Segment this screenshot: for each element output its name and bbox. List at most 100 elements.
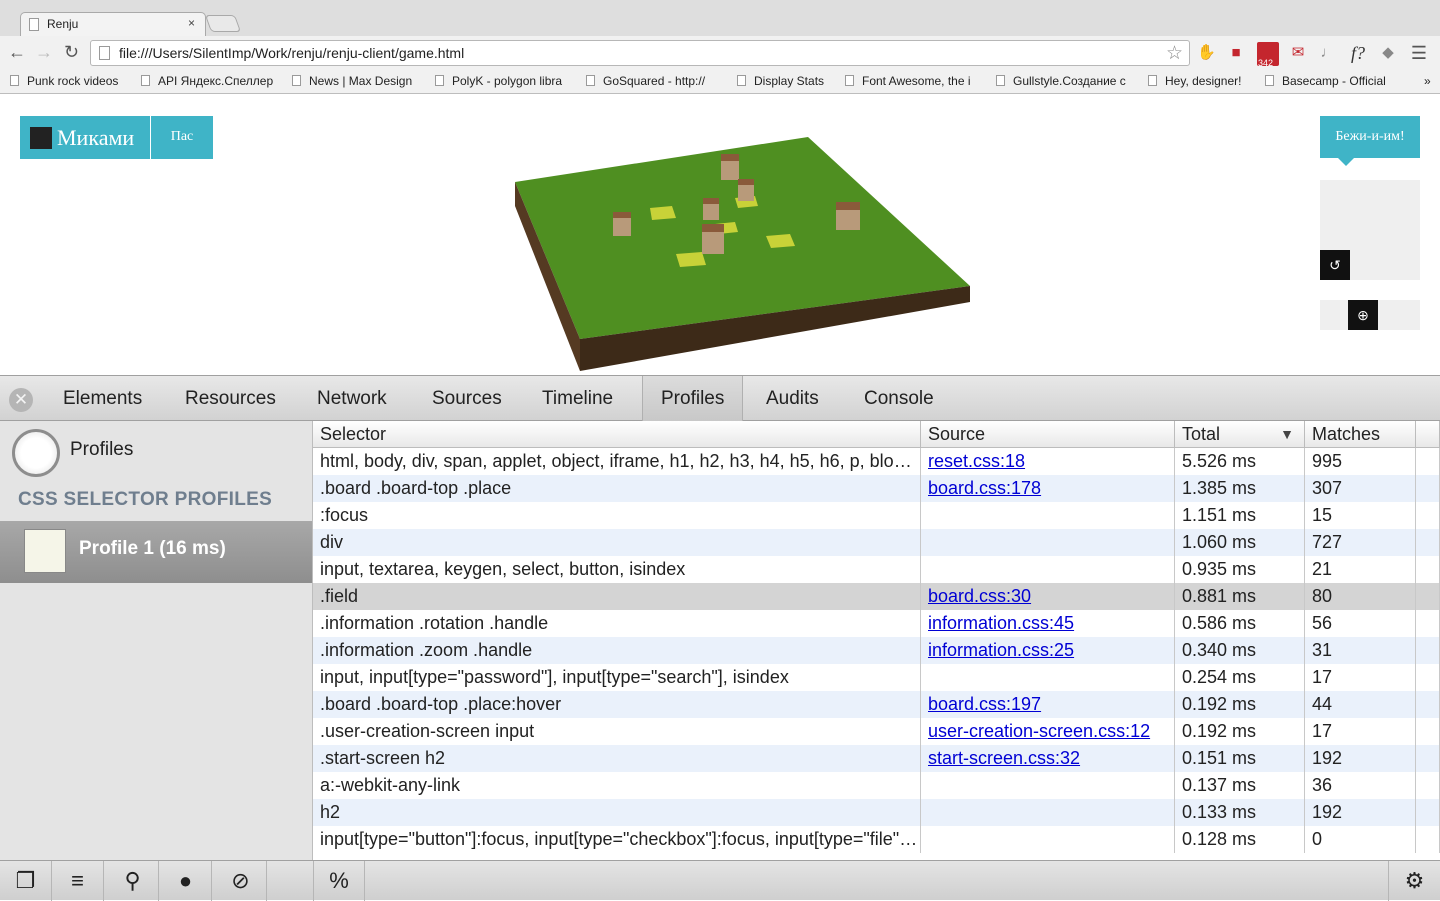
table-row[interactable]: .board .board-top .place:hover board.css:…: [313, 691, 1440, 718]
source-link[interactable]: board.css:178: [928, 478, 1041, 498]
filler-cell: [1416, 448, 1440, 475]
bookmark-item[interactable]: PolyK - polygon libra: [435, 74, 562, 88]
game-board[interactable]: [490, 134, 980, 375]
table-row[interactable]: input, input[type="password"], input[typ…: [313, 664, 1440, 691]
source-cell[interactable]: board.css:30: [921, 583, 1175, 610]
selector-cell: input[type="button"]:focus, input[type="…: [313, 826, 921, 853]
rotation-handle-icon[interactable]: ↺: [1320, 250, 1350, 280]
source-cell[interactable]: board.css:197: [921, 691, 1175, 718]
tab-console[interactable]: Console: [846, 376, 952, 421]
column-header-total[interactable]: Total ▼: [1175, 421, 1305, 448]
tab-audits[interactable]: Audits: [748, 376, 837, 421]
table-row[interactable]: html, body, div, span, applet, object, i…: [313, 448, 1440, 475]
bookmark-item[interactable]: Hey, designer!: [1148, 74, 1241, 88]
game-piece[interactable]: [702, 224, 724, 254]
bookmark-item[interactable]: API Яндекс.Спеллер: [141, 74, 273, 88]
source-cell[interactable]: information.css:25: [921, 637, 1175, 664]
total-cell: 0.151 ms: [1175, 745, 1305, 772]
page-icon: [292, 75, 301, 86]
table-row[interactable]: .start-screen h2 start-screen.css:32 0.151…: [313, 745, 1440, 772]
bookmark-item[interactable]: Gullstyle.Создание с: [996, 74, 1126, 88]
font-extension-icon[interactable]: f?: [1349, 44, 1367, 62]
table-row[interactable]: h2 0.133 ms 192: [313, 799, 1440, 826]
table-row[interactable]: .user-creation-screen input user-creation…: [313, 718, 1440, 745]
sidebar-item-profile-1[interactable]: Profile 1 (16 ms): [0, 521, 312, 583]
run-button[interactable]: Бежи-и-им!: [1320, 116, 1420, 166]
close-devtools-icon[interactable]: ✕: [9, 388, 33, 412]
clear-icon[interactable]: ⊘: [215, 861, 267, 901]
browser-tab[interactable]: Renju ×: [20, 12, 206, 36]
dock-icon[interactable]: ❐: [0, 861, 52, 901]
url-text[interactable]: file:///Users/SilentImp/Work/renju/renju…: [119, 45, 464, 61]
source-link[interactable]: board.css:30: [928, 586, 1031, 606]
tab-profiles[interactable]: Profiles: [642, 376, 744, 421]
game-piece[interactable]: [721, 154, 739, 180]
total-cell: 0.935 ms: [1175, 556, 1305, 583]
percent-toggle-button[interactable]: %: [313, 861, 365, 901]
forward-icon[interactable]: →: [35, 42, 53, 63]
speaker-icon[interactable]: ♩: [1319, 44, 1337, 62]
extension-sofa-icon[interactable]: ■: [1227, 44, 1245, 62]
zoom-handle-icon[interactable]: ⊕: [1348, 300, 1378, 330]
tab-timeline[interactable]: Timeline: [524, 376, 631, 421]
bookmark-item[interactable]: GoSquared - http://: [586, 74, 705, 88]
table-row[interactable]: .information .rotation .handle informatio…: [313, 610, 1440, 637]
column-header-matches[interactable]: Matches: [1305, 421, 1416, 448]
search-icon[interactable]: ⚲: [107, 861, 159, 901]
table-row[interactable]: input[type="button"]:focus, input[type="…: [313, 826, 1440, 853]
close-icon[interactable]: ×: [188, 16, 195, 30]
bookmark-item[interactable]: News | Max Design: [292, 74, 412, 88]
shield-icon[interactable]: ◆: [1379, 44, 1397, 62]
source-link[interactable]: start-screen.css:32: [928, 748, 1080, 768]
source-link[interactable]: user-creation-screen.css:12: [928, 721, 1150, 741]
source-link[interactable]: board.css:197: [928, 694, 1041, 714]
source-link[interactable]: information.css:25: [928, 640, 1074, 660]
place-marker[interactable]: [676, 252, 706, 267]
gmail-badge-icon[interactable]: 342: [1257, 42, 1279, 68]
table-row[interactable]: .information .zoom .handle information.cs…: [313, 637, 1440, 664]
game-piece[interactable]: [703, 198, 719, 220]
table-row[interactable]: div 1.060 ms 727: [313, 529, 1440, 556]
console-drawer-icon[interactable]: ≡: [52, 861, 104, 901]
game-piece[interactable]: [613, 212, 631, 236]
source-link[interactable]: reset.css:18: [928, 451, 1025, 471]
tab-sources[interactable]: Sources: [414, 376, 520, 421]
table-row[interactable]: a:-webkit-any-link 0.137 ms 36: [313, 772, 1440, 799]
settings-gear-icon[interactable]: ⚙: [1388, 861, 1440, 901]
table-row[interactable]: input, textarea, keygen, select, button,…: [313, 556, 1440, 583]
bookmark-item[interactable]: Font Awesome, the i: [845, 74, 971, 88]
source-cell[interactable]: user-creation-screen.css:12: [921, 718, 1175, 745]
place-marker[interactable]: [766, 234, 795, 248]
game-piece[interactable]: [738, 179, 754, 201]
new-tab-button[interactable]: [204, 15, 242, 32]
table-row[interactable]: .field board.css:30 0.881 ms 80: [313, 583, 1440, 610]
menu-icon[interactable]: ☰: [1410, 44, 1428, 62]
table-row[interactable]: :focus 1.151 ms 15: [313, 502, 1440, 529]
more-bookmarks-button[interactable]: »: [1424, 74, 1431, 88]
column-header-selector[interactable]: Selector: [313, 421, 921, 448]
reload-icon[interactable]: ↻: [64, 42, 79, 63]
bookmark-item[interactable]: Basecamp - Official: [1265, 74, 1386, 88]
tab-resources[interactable]: Resources: [167, 376, 294, 421]
column-header-source[interactable]: Source: [921, 421, 1175, 448]
source-link[interactable]: information.css:45: [928, 613, 1074, 633]
tab-elements[interactable]: Elements: [45, 376, 160, 421]
extension-hand-icon[interactable]: ✋: [1197, 44, 1216, 62]
table-row[interactable]: .board .board-top .place board.css:178 1.3…: [313, 475, 1440, 502]
tab-network[interactable]: Network: [299, 376, 405, 421]
source-cell: [921, 529, 1175, 556]
place-marker[interactable]: [650, 206, 676, 220]
pass-button[interactable]: Пас: [151, 116, 213, 159]
source-cell[interactable]: board.css:178: [921, 475, 1175, 502]
bookmark-item[interactable]: Display Stats: [737, 74, 824, 88]
bookmark-item[interactable]: Punk rock videos: [10, 74, 118, 88]
source-cell[interactable]: reset.css:18: [921, 448, 1175, 475]
back-icon[interactable]: ←: [8, 42, 26, 63]
source-cell[interactable]: start-screen.css:32: [921, 745, 1175, 772]
bookmark-star-icon[interactable]: ☆: [1166, 42, 1183, 65]
record-icon[interactable]: ●: [160, 861, 212, 901]
mail-icon[interactable]: ✉: [1289, 44, 1307, 62]
address-bar[interactable]: file:///Users/SilentImp/Work/renju/renju…: [90, 40, 1190, 66]
source-cell[interactable]: information.css:45: [921, 610, 1175, 637]
game-piece[interactable]: [836, 202, 860, 230]
